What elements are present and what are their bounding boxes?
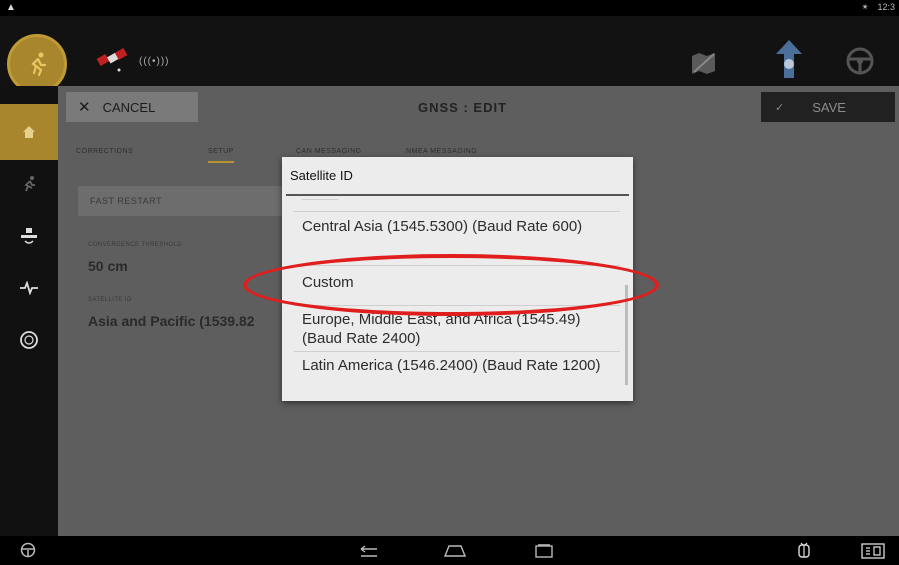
cancel-button[interactable]: ✕ CANCEL: [66, 92, 198, 122]
recent-apps-icon[interactable]: [534, 544, 554, 558]
guidance-icon[interactable]: [772, 38, 806, 82]
sidebar-item-satellite[interactable]: [0, 208, 58, 264]
tab-corrections[interactable]: CORRECTIONS: [76, 148, 133, 155]
sidebar-item-steering[interactable]: [0, 312, 58, 368]
home-icon[interactable]: [443, 544, 467, 558]
bluetooth-icon: ✴: [861, 2, 869, 12]
check-icon: ✓: [775, 101, 785, 114]
close-icon: ✕: [78, 99, 91, 116]
sidebar-item-pulse[interactable]: [0, 260, 58, 316]
status-time: 12:3: [877, 2, 895, 12]
tab-nmea-messaging[interactable]: NMEA MESSAGING: [406, 148, 477, 155]
highlight-ellipse: [243, 254, 659, 316]
list-item-partial: ——————: [302, 197, 338, 201]
status-bar: ▲ ✴ 12:3: [0, 0, 899, 16]
sidebar-item-home[interactable]: [0, 104, 58, 160]
dialog-title-divider: [286, 194, 629, 196]
sidebar-item-running[interactable]: [0, 156, 58, 212]
person-icon: ▲: [6, 2, 16, 13]
sidebar: [0, 86, 58, 536]
status-right: ✴ 12:3: [855, 2, 895, 13]
action-bar: ✕ CANCEL GNSS : EDIT ✓ SAVE: [58, 86, 899, 128]
satellite-id-value[interactable]: Asia and Pacific (1539.82: [88, 313, 255, 329]
screenshot-icon[interactable]: [861, 543, 885, 559]
back-icon[interactable]: [357, 545, 379, 559]
satellite-icon: [96, 48, 128, 72]
divider: [294, 211, 620, 212]
dialog-title: Satellite ID: [290, 168, 353, 183]
top-app-bar: (((•))): [0, 16, 899, 94]
option-latin-america[interactable]: Latin America (1546.2400) (Baud Rate 120…: [302, 356, 612, 375]
navigation-bar: [0, 536, 899, 565]
steering-icon: [20, 331, 38, 349]
tab-setup[interactable]: SETUP: [208, 148, 234, 163]
option-central-asia[interactable]: Central Asia (1545.5300) (Baud Rate 600): [302, 217, 612, 236]
cancel-label: CANCEL: [102, 99, 156, 115]
signal-label: (((•))): [139, 56, 170, 67]
bug-icon[interactable]: [796, 541, 812, 559]
steering-wheel-icon[interactable]: [20, 542, 36, 558]
divider: [294, 351, 620, 352]
satellite-icon: [21, 228, 37, 244]
fast-restart-button[interactable]: FAST RESTART: [78, 186, 308, 216]
save-label: SAVE: [812, 99, 846, 115]
map-disabled-icon[interactable]: [690, 50, 718, 76]
convergence-threshold-label: CONVERGENCE THRESHOLD: [88, 242, 182, 248]
pulse-icon: [20, 281, 38, 295]
tab-can-messaging[interactable]: CAN MESSAGING: [296, 148, 362, 155]
running-icon: [31, 52, 47, 77]
running-icon: [24, 176, 35, 192]
save-button[interactable]: ✓ SAVE: [761, 92, 895, 122]
convergence-threshold-value[interactable]: 50 cm: [88, 258, 128, 274]
satellite-id-label: SATELLITE ID: [88, 297, 132, 303]
page-title: GNSS : EDIT: [418, 100, 508, 115]
home-icon: [23, 126, 35, 138]
running-mode-button[interactable]: [7, 34, 67, 94]
steering-wheel-icon[interactable]: [845, 46, 875, 76]
